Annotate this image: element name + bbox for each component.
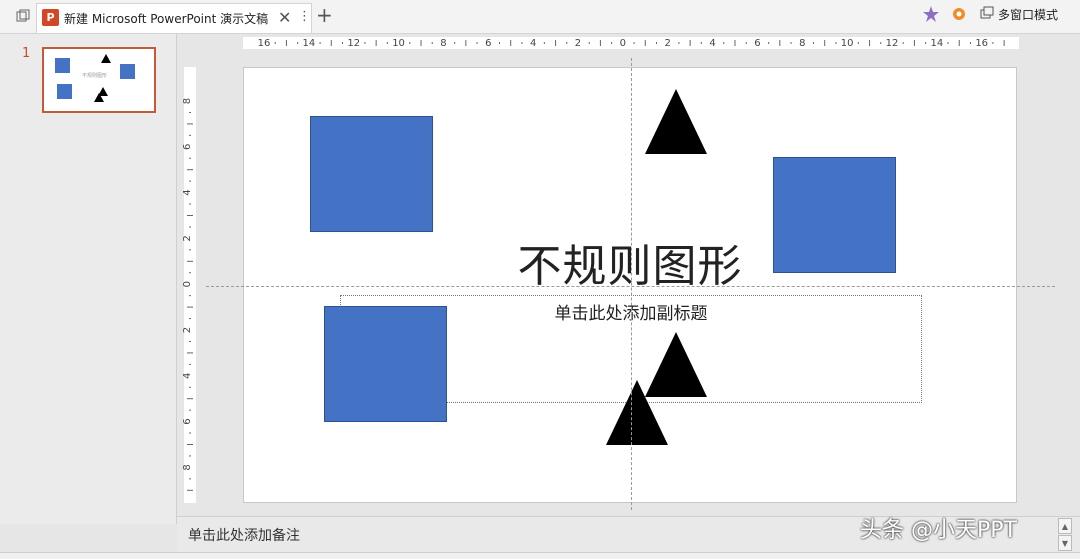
ruler-label: 6	[182, 144, 193, 150]
ruler-label: 8	[182, 464, 193, 470]
horizontal-ruler: 16 14 12 10 8 6 4 2 0 2 4 6 8 10 12 14 16	[243, 37, 1019, 49]
ruler-label: 6	[182, 418, 193, 424]
ruler-label: 2	[182, 235, 193, 241]
ruler-label: 6	[754, 38, 760, 49]
document-title: 新建 Microsoft PowerPoint 演示文稿	[64, 12, 269, 26]
slide-thumbnail-pane: 1 不规则图形	[0, 34, 177, 524]
ruler-label: 4	[709, 38, 715, 49]
scroll-up-icon[interactable]: ▲	[1058, 518, 1072, 534]
tab-bar: P 新建 Microsoft PowerPoint 演示文稿 ✕ ⋮ + 多窗口…	[0, 0, 1080, 34]
ruler-label: 10	[392, 38, 405, 49]
ruler-label: 4	[182, 373, 193, 379]
more-icon[interactable]: ⋮	[298, 9, 311, 24]
ruler-label: 4	[530, 38, 536, 49]
window-restore-icon[interactable]	[14, 7, 32, 25]
ruler-label: 0	[620, 38, 626, 49]
vertical-ruler: 8 6 4 2 0 2 4 6 8	[182, 67, 196, 503]
notes-placeholder: 单击此处添加备注	[188, 528, 300, 544]
slide-number: 1	[22, 46, 31, 61]
ruler-label: 12	[886, 38, 899, 49]
watermark: 头条 @小天PPT	[860, 518, 1017, 543]
ruler-label: 8	[799, 38, 805, 49]
slide-thumbnail[interactable]: 不规则图形	[42, 47, 156, 113]
blue-square-shape-1[interactable]	[310, 116, 433, 232]
ruler-label: 4	[182, 189, 193, 195]
ruler-label: 12	[347, 38, 360, 49]
ruler-label: 14	[302, 38, 315, 49]
ruler-label: 10	[841, 38, 854, 49]
blue-square-shape-3[interactable]	[324, 306, 447, 422]
horizontal-guide-line[interactable]	[206, 286, 1055, 287]
ruler-label: 8	[440, 38, 446, 49]
scroll-down-icon[interactable]: ▼	[1058, 535, 1072, 551]
add-tab-icon[interactable]: +	[316, 3, 333, 27]
slide-title[interactable]: 不规则图形	[480, 230, 780, 294]
ruler-label: 2	[182, 327, 193, 333]
ruler-label: 2	[665, 38, 671, 49]
ruler-label: 0	[182, 281, 193, 287]
triangle-shape-1[interactable]	[645, 89, 707, 154]
multi-window-button[interactable]: 多窗口模式	[980, 3, 1058, 25]
gear-icon[interactable]	[950, 3, 968, 25]
vertical-guide-line[interactable]	[631, 58, 632, 510]
powerpoint-logo-icon: P	[42, 9, 59, 26]
ruler-label: 16	[258, 38, 271, 49]
multi-window-label: 多窗口模式	[998, 7, 1059, 22]
ruler-label: 2	[575, 38, 581, 49]
blue-square-shape-2[interactable]	[773, 157, 896, 273]
close-icon[interactable]: ✕	[278, 8, 291, 27]
ruler-label: 8	[182, 98, 193, 104]
magic-wand-icon[interactable]	[922, 3, 940, 25]
ruler-label: 16	[975, 38, 988, 49]
ruler-label: 14	[930, 38, 943, 49]
ruler-label: 6	[485, 38, 491, 49]
document-tab[interactable]: P 新建 Microsoft PowerPoint 演示文稿 ✕ ⋮	[36, 3, 312, 33]
multi-window-icon	[980, 5, 994, 24]
notes-scrollbar[interactable]: ▲ ▼	[1058, 518, 1072, 551]
triangle-shape-3[interactable]	[606, 380, 668, 445]
thumbnail-title: 不规则图形	[82, 73, 108, 79]
